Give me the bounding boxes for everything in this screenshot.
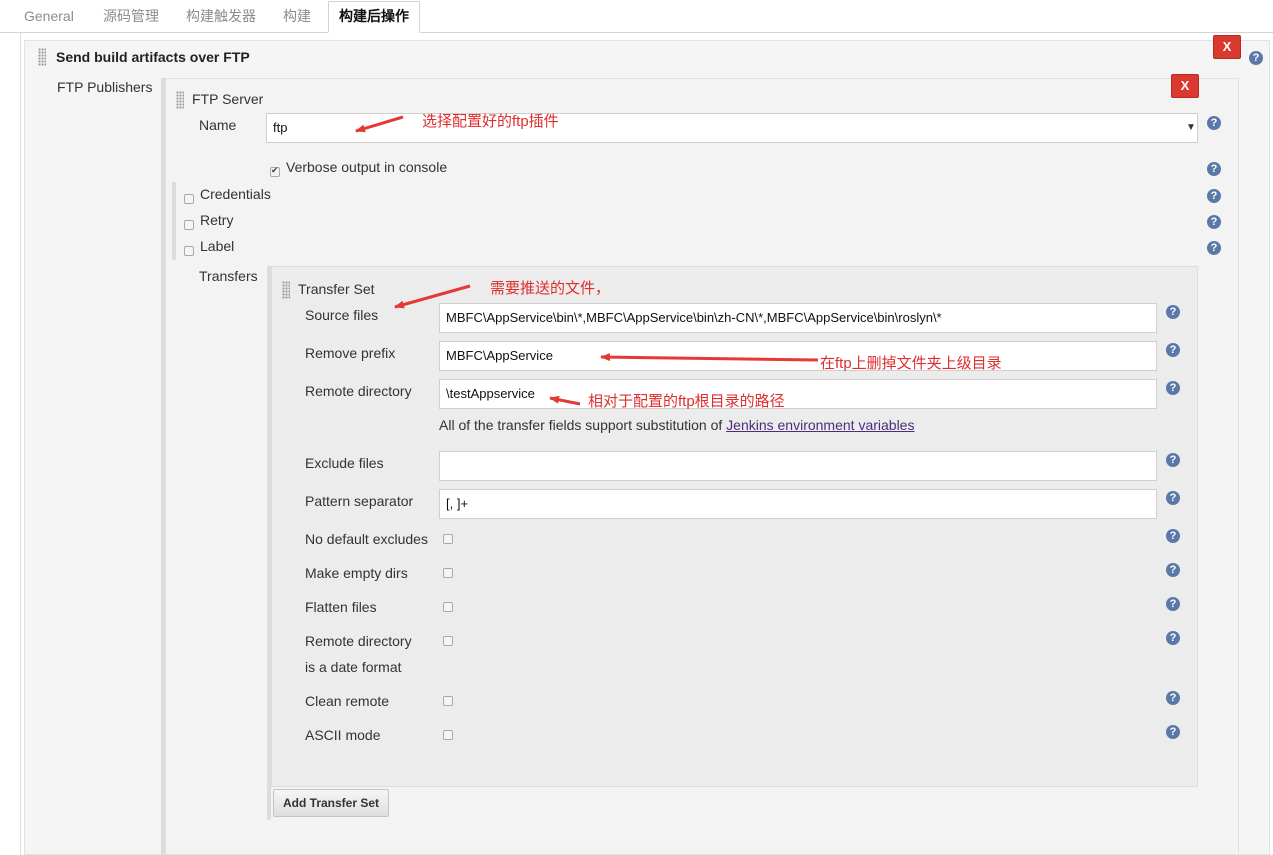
annotation-arrow-files <box>394 284 471 309</box>
annotation-arrow-relative-path <box>549 395 581 406</box>
annotation-files-to-push: 需要推送的文件， <box>490 280 611 297</box>
annotation-arrow-remove-prefix <box>600 353 819 362</box>
annotation-arrow-select-plugin <box>355 115 404 133</box>
annotation-remove-parent: 在ftp上删掉文件夹上级目录 <box>820 355 1002 372</box>
annotation-select-plugin: 选择配置好的ftp插件 <box>422 113 559 130</box>
annotation-arrows <box>355 115 819 406</box>
annotation-relative-path: 相对于配置的ftp根目录的路径 <box>588 393 785 410</box>
